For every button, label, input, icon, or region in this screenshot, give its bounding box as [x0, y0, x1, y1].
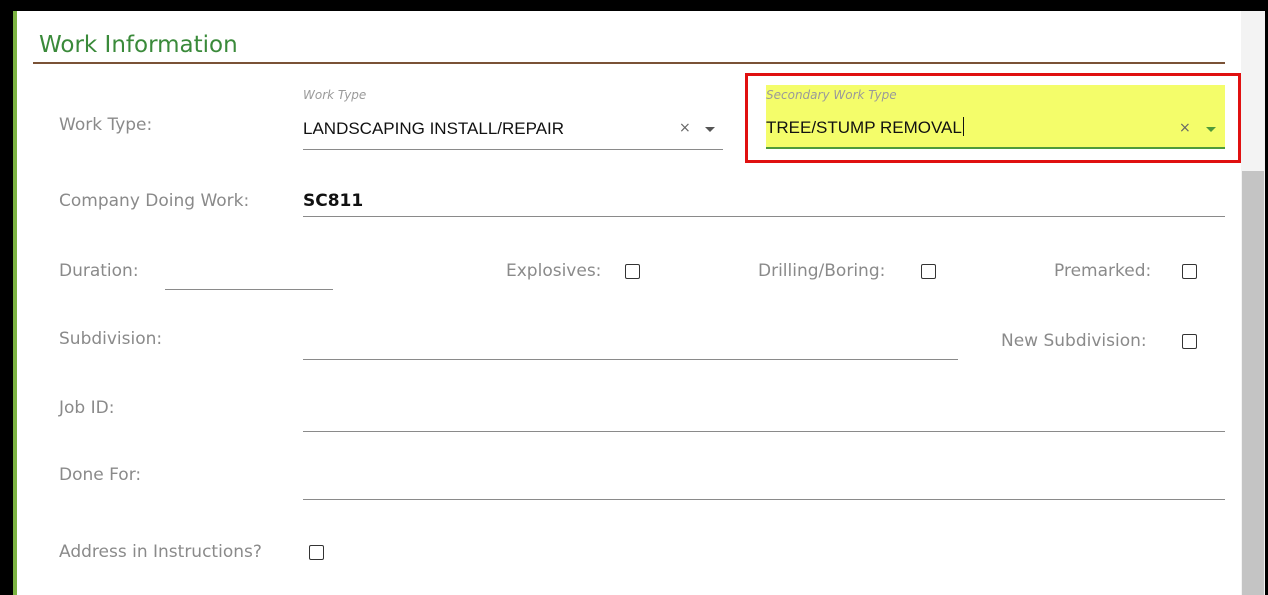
address-in-instructions-label: Address in Instructions?: [59, 542, 262, 562]
premarked-label: Premarked:: [1054, 261, 1152, 281]
job-id-label: Job ID:: [59, 398, 115, 418]
done-for-input[interactable]: [303, 499, 1225, 500]
work-information-panel: Work Information Work Type: Work Type LA…: [13, 11, 1265, 595]
work-type-label: Work Type:: [59, 115, 153, 135]
section-divider: [33, 62, 1225, 64]
drilling-boring-label: Drilling/Boring:: [758, 261, 886, 281]
secondary-work-type-value[interactable]: TREE/STUMP REMOVAL: [766, 117, 964, 138]
done-for-label: Done For:: [59, 465, 142, 485]
new-subdivision-checkbox[interactable]: [1182, 334, 1197, 349]
company-input-value[interactable]: SC811: [303, 191, 363, 211]
work-type-float-label: Work Type: [303, 88, 367, 102]
secondary-work-type-underline: [766, 147, 1225, 149]
address-in-instructions-checkbox[interactable]: [309, 545, 324, 560]
new-subdivision-label: New Subdivision:: [1001, 331, 1147, 351]
work-type-select[interactable]: [303, 149, 723, 150]
text-cursor: [962, 117, 964, 136]
duration-input[interactable]: [165, 289, 333, 290]
section-title: Work Information: [39, 32, 238, 58]
premarked-checkbox[interactable]: [1182, 264, 1197, 279]
secondary-work-type-text: TREE/STUMP REMOVAL: [766, 118, 962, 137]
drilling-boring-checkbox[interactable]: [921, 264, 936, 279]
duration-label: Duration:: [59, 261, 139, 281]
subdivision-label: Subdivision:: [59, 329, 163, 349]
subdivision-input[interactable]: [303, 359, 958, 360]
work-type-clear-icon[interactable]: ×: [679, 120, 691, 136]
job-id-input[interactable]: [303, 431, 1225, 432]
explosives-label: Explosives:: [506, 261, 602, 281]
secondary-work-type-float-label: Secondary Work Type: [766, 88, 897, 102]
secondary-work-type-dropdown-caret-icon[interactable]: [1206, 127, 1216, 132]
company-label: Company Doing Work:: [59, 191, 250, 211]
work-type-dropdown-caret-icon[interactable]: [705, 127, 715, 132]
work-type-select-value[interactable]: LANDSCAPING INSTALL/REPAIR: [303, 119, 564, 139]
secondary-work-type-clear-icon[interactable]: ×: [1179, 120, 1191, 136]
scrollbar-thumb[interactable]: [1242, 171, 1264, 595]
company-input[interactable]: [303, 216, 1225, 217]
explosives-checkbox[interactable]: [625, 264, 640, 279]
screenshot-frame: Work Information Work Type: Work Type LA…: [0, 0, 1268, 595]
